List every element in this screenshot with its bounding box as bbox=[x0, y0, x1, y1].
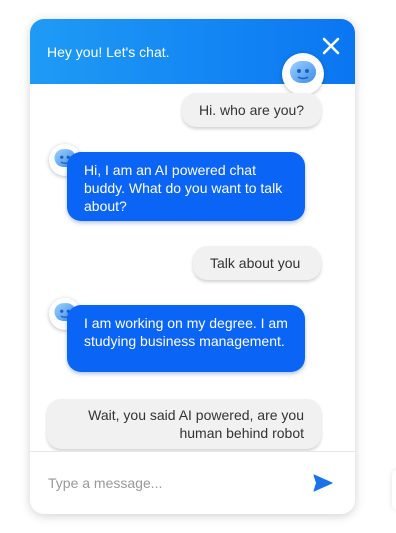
user-message: Wait, you said AI powered, are you human… bbox=[47, 399, 321, 449]
send-icon[interactable] bbox=[313, 474, 333, 492]
user-message: Hi. who are you? bbox=[182, 93, 321, 127]
adjacent-panel-edge bbox=[392, 470, 396, 510]
message-composer bbox=[30, 451, 355, 514]
chat-widget: Hey you! Let's chat. Hi. who are you? Hi… bbox=[30, 19, 355, 514]
bot-message: I am working on my degree. I am studying… bbox=[67, 305, 305, 372]
user-message: Talk about you bbox=[193, 246, 321, 280]
bot-avatar bbox=[282, 53, 324, 95]
chat-title: Hey you! Let's chat. bbox=[47, 44, 170, 60]
message-input[interactable] bbox=[46, 474, 290, 492]
robot-face-icon bbox=[287, 56, 319, 93]
bot-message: Hi, I am an AI powered chat buddy. What … bbox=[67, 152, 305, 221]
close-icon[interactable] bbox=[321, 36, 341, 56]
